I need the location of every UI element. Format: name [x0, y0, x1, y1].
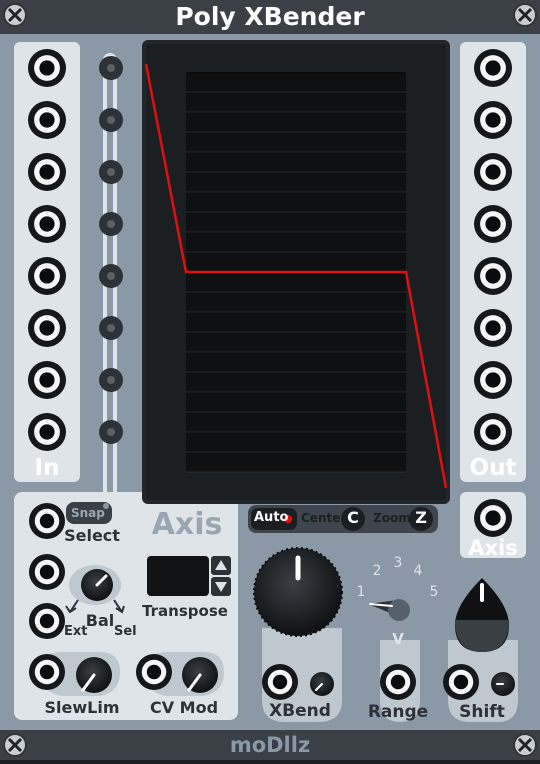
ext-label: Ext	[64, 624, 88, 639]
cvmod-label: CV Mod	[149, 698, 219, 717]
bal-knob[interactable]	[81, 569, 113, 601]
out-jack-1[interactable]	[474, 49, 512, 87]
module-title: Poly XBender	[175, 2, 365, 31]
out-jack-3[interactable]	[474, 153, 512, 191]
axis-out-jack[interactable]	[474, 499, 512, 537]
select-light-3	[99, 160, 123, 184]
select-light-5	[99, 264, 123, 288]
out-label: Out	[469, 455, 517, 481]
select-light-1	[99, 56, 123, 80]
sel-label: Sel	[114, 624, 137, 639]
bal-cv-input-jack[interactable]	[29, 603, 65, 639]
range-scale-1: 1	[357, 584, 366, 600]
range-scale-5: 5	[430, 584, 439, 600]
cvmod-knob[interactable]	[182, 657, 218, 693]
select-input-jack[interactable]	[29, 503, 65, 539]
out-jack-6[interactable]	[474, 309, 512, 347]
slewlim-label: SlewLim	[44, 698, 120, 717]
select-light-4	[99, 212, 123, 236]
slewlim-cv-jack[interactable]	[29, 654, 65, 690]
zoom-button-label: Z	[415, 508, 427, 527]
auto-label: Auto	[254, 510, 289, 525]
xbend-cv-jack[interactable]	[262, 664, 298, 700]
zoom-label: Zoom	[373, 511, 411, 525]
out-jack-2[interactable]	[474, 101, 512, 139]
out-jack-7[interactable]	[474, 361, 512, 399]
bal-ext-input-jack[interactable]	[29, 554, 65, 590]
select-light-6	[99, 316, 123, 340]
center-label: Center	[301, 511, 347, 525]
select-light-7	[99, 368, 123, 392]
xbend-knob[interactable]	[253, 547, 343, 637]
transpose-display	[147, 556, 209, 596]
center-button-label: C	[347, 508, 359, 527]
range-unit-label: V	[392, 630, 404, 648]
axis-section-title: Axis	[151, 507, 223, 542]
bal-label: Bal	[85, 611, 115, 630]
transpose-down-button[interactable]	[211, 577, 231, 596]
in-jack-7[interactable]	[28, 361, 66, 399]
shift-attenuator-knob[interactable]	[491, 672, 515, 696]
out-jack-5[interactable]	[474, 257, 512, 295]
out-jack-4[interactable]	[474, 205, 512, 243]
cvmod-input-jack[interactable]	[136, 654, 172, 690]
range-scale-2: 2	[373, 563, 382, 579]
brand-label: moDllz	[229, 733, 311, 757]
xbend-attenuator-knob[interactable]	[310, 672, 334, 696]
range-scale-3: 3	[394, 555, 403, 571]
range-cv-jack[interactable]	[380, 664, 416, 700]
range-scale-4: 4	[414, 563, 423, 579]
axis-out-label: Axis	[468, 536, 518, 560]
select-light-8	[99, 420, 123, 444]
select-label: Select	[64, 526, 120, 545]
out-jack-8[interactable]	[474, 413, 512, 451]
snap-label: Snap	[71, 506, 105, 520]
in-label: In	[34, 455, 60, 481]
in-jack-8[interactable]	[28, 413, 66, 451]
module-panel: 12345 Poly XBender moDllz In Out Axis Au…	[0, 0, 540, 760]
in-jack-2[interactable]	[28, 101, 66, 139]
in-jack-3[interactable]	[28, 153, 66, 191]
in-jack-1[interactable]	[28, 49, 66, 87]
transpose-up-button[interactable]	[211, 556, 231, 575]
slewlim-knob[interactable]	[76, 657, 112, 693]
shift-cv-jack[interactable]	[443, 664, 479, 700]
xbend-label: XBend	[269, 701, 331, 721]
transpose-label: Transpose	[142, 602, 228, 620]
range-label: Range	[367, 702, 429, 722]
select-light-2	[99, 108, 123, 132]
in-jack-4[interactable]	[28, 205, 66, 243]
shift-label: Shift	[459, 702, 505, 722]
in-jack-6[interactable]	[28, 309, 66, 347]
in-jack-5[interactable]	[28, 257, 66, 295]
